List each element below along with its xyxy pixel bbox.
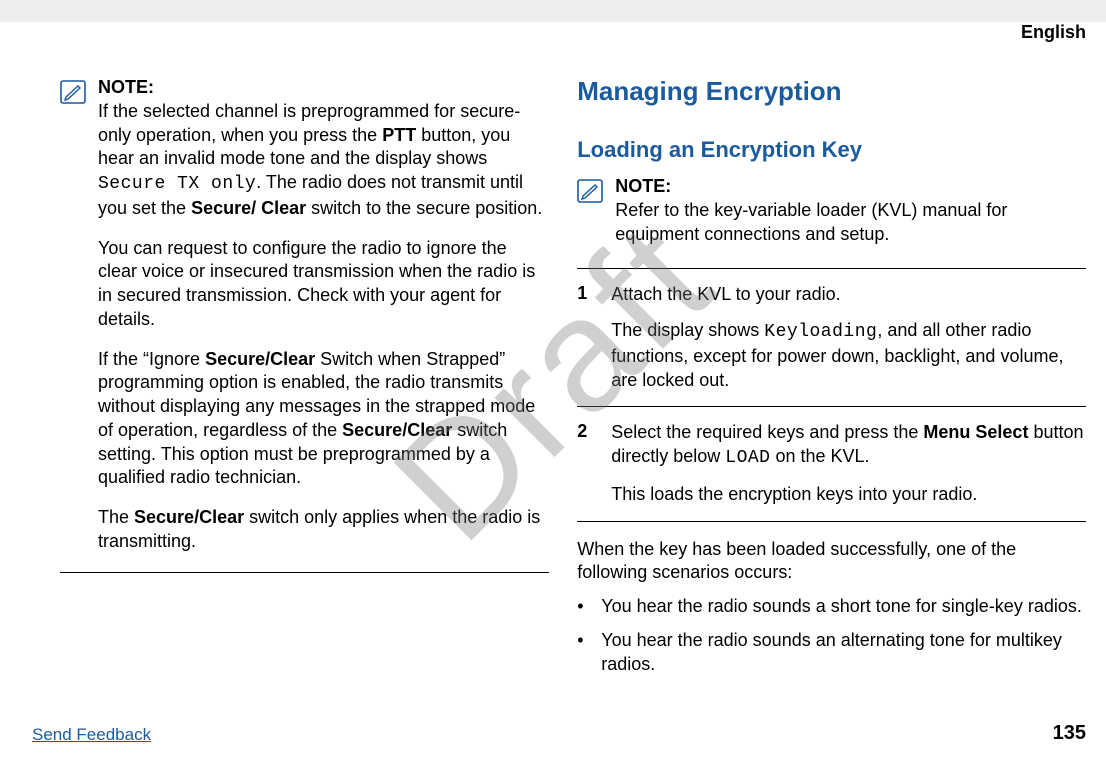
list-item: You hear the radio sounds an alternating… xyxy=(577,629,1086,677)
note-icon xyxy=(577,179,603,203)
right-column: Managing Encryption Loading an Encryptio… xyxy=(577,76,1086,686)
note-label: NOTE: xyxy=(615,176,671,196)
note-block: NOTE: If the selected channel is preprog… xyxy=(60,76,549,573)
heading-loading-key: Loading an Encryption Key xyxy=(577,137,1086,163)
step-row: 2 Select the required keys and press the… xyxy=(577,407,1086,521)
header-bar xyxy=(0,0,1106,22)
note-para-2: You can request to configure the radio t… xyxy=(98,237,549,332)
after-steps-text: When the key has been loaded successfull… xyxy=(577,538,1086,586)
step-1-p2: The display shows Keyloading, and all ot… xyxy=(611,319,1086,392)
send-feedback-link[interactable]: Send Feedback xyxy=(32,725,151,745)
note-body: NOTE: If the selected channel is preprog… xyxy=(98,76,549,562)
step-row: 1 Attach the KVL to your radio. The disp… xyxy=(577,269,1086,407)
heading-managing-encryption: Managing Encryption xyxy=(577,76,1086,107)
bullet-list: You hear the radio sounds a short tone f… xyxy=(577,595,1086,676)
note-para-4: The Secure/Clear switch only applies whe… xyxy=(98,506,549,554)
left-column: NOTE: If the selected channel is preprog… xyxy=(60,76,549,686)
step-2-p1: Select the required keys and press the M… xyxy=(611,421,1086,471)
step-2-p2: This loads the encryption keys into your… xyxy=(611,483,1086,507)
step-number: 1 xyxy=(577,283,597,392)
language-label: English xyxy=(1021,22,1086,43)
step-1-p1: Attach the KVL to your radio. xyxy=(611,283,1086,307)
step-body: Attach the KVL to your radio. The displa… xyxy=(611,283,1086,392)
note-body-right: NOTE: Refer to the key-variable loader (… xyxy=(615,175,1086,246)
page-content: NOTE: If the selected channel is preprog… xyxy=(0,22,1106,686)
note-block-right: NOTE: Refer to the key-variable loader (… xyxy=(577,175,1086,246)
note-para-1: NOTE: If the selected channel is preprog… xyxy=(98,76,549,221)
list-item: You hear the radio sounds a short tone f… xyxy=(577,595,1086,619)
note-label: NOTE: xyxy=(98,77,154,97)
note-icon xyxy=(60,80,86,104)
steps-list: 1 Attach the KVL to your radio. The disp… xyxy=(577,268,1086,521)
note-para-3: If the “Ignore Secure/Clear Switch when … xyxy=(98,348,549,491)
step-body: Select the required keys and press the M… xyxy=(611,421,1086,506)
step-number: 2 xyxy=(577,421,597,506)
note-right-para: NOTE: Refer to the key-variable loader (… xyxy=(615,175,1086,246)
page-number: 135 xyxy=(1053,722,1086,745)
